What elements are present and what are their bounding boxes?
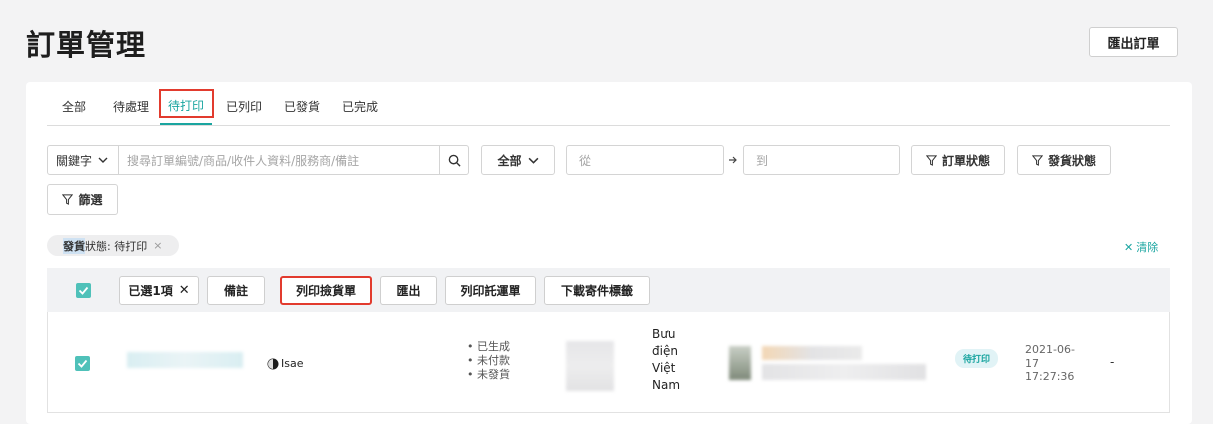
status-tabs: 全部 待處理 待打印 已列印 已發貨 已完成 [47, 88, 1170, 126]
date-to-placeholder: 到 [756, 153, 769, 168]
close-icon: ✕ [178, 283, 190, 298]
download-label-button[interactable]: 下載寄件標籤 [544, 276, 650, 305]
chevron-down-icon [528, 157, 538, 164]
export-orders-button[interactable]: 匯出訂單 [1089, 27, 1178, 57]
close-icon: ✕ [1124, 241, 1134, 254]
tab-printed[interactable]: 已列印 [223, 88, 265, 125]
range-select-value: 全部 [497, 153, 522, 168]
select-all-checkbox[interactable] [76, 283, 91, 298]
brand-name: Isae [281, 357, 304, 370]
shipping-status-label: 發貨狀態 [1047, 153, 1096, 168]
order-status-filter-button[interactable]: 訂單狀態 [911, 145, 1005, 175]
recipient-name-redacted [762, 346, 862, 360]
product-image-redacted [566, 341, 614, 391]
search-icon [448, 154, 461, 167]
clear-label: 清除 [1136, 241, 1159, 254]
status-item: • 未發貨 [467, 368, 510, 381]
tab-pending[interactable]: 待處理 [107, 88, 155, 125]
search-input[interactable]: 搜尋訂單編號/商品/收件人資料/服務商/備註 [119, 152, 439, 169]
status-item: • 未付款 [467, 354, 510, 367]
status-badge: 待打印 [955, 349, 998, 368]
range-select[interactable]: 全部 [481, 145, 555, 175]
chip-key-highlight: 發貨 [63, 237, 85, 254]
note-button[interactable]: 備註 [207, 276, 265, 305]
filter-icon [1031, 154, 1043, 166]
recipient-avatar-redacted [729, 346, 751, 380]
tab-highlight-box [159, 89, 214, 118]
export-button[interactable]: 匯出 [380, 276, 437, 305]
keyword-label: 關鍵字 [56, 153, 93, 168]
filter-icon [62, 194, 74, 205]
print-waybill-button[interactable]: 列印託運單 [445, 276, 536, 305]
search-button[interactable] [439, 146, 468, 174]
date-from-placeholder: 從 [579, 153, 592, 168]
carrier-cell: Bưu điện Việt Nam [652, 327, 681, 392]
selected-count-button[interactable]: 已選1項 ✕ [119, 276, 199, 305]
row-checkbox[interactable] [75, 356, 90, 371]
filter-label: 篩選 [78, 193, 103, 207]
brand-cell: Isae [267, 357, 303, 370]
status-item: • 已生成 [467, 340, 510, 353]
shipping-status-filter-button[interactable]: 發貨狀態 [1017, 145, 1111, 175]
order-date: 2021-06- 17 17:27:36 [1025, 343, 1075, 383]
chip-value: : 待打印 [107, 239, 148, 253]
print-picking-list-button[interactable]: 列印撿貨單 [280, 276, 372, 305]
filter-button[interactable]: 篩選 [47, 184, 118, 215]
order-status-label: 訂單狀態 [941, 153, 990, 168]
page-title: 訂單管理 [26, 28, 147, 62]
order-status-list: • 已生成 • 未付款 • 未發貨 [467, 340, 510, 382]
search-group: 關鍵字 搜尋訂單編號/商品/收件人資料/服務商/備註 [47, 145, 469, 175]
tab-shipped[interactable]: 已發貨 [280, 88, 324, 125]
order-number-redacted [127, 352, 243, 368]
tab-completed[interactable]: 已完成 [339, 88, 381, 125]
check-icon [77, 359, 88, 368]
date-from-input[interactable]: 從 [566, 145, 724, 175]
arrow-right-icon [729, 156, 737, 164]
chip-key-rest: 狀態 [85, 239, 107, 253]
filter-icon [925, 154, 937, 166]
tab-all[interactable]: 全部 [55, 88, 93, 125]
keyword-select[interactable]: 關鍵字 [48, 146, 119, 174]
selected-count-label: 已選1項 [128, 284, 173, 298]
chevron-down-icon [98, 157, 108, 163]
active-filter-chip: 發貨 狀態: 待打印 × [47, 235, 179, 256]
recipient-address-redacted [762, 364, 926, 380]
extra-cell: - [1110, 355, 1115, 369]
date-to-input[interactable]: 到 [743, 145, 900, 175]
check-icon [78, 286, 89, 295]
chip-close-icon[interactable]: × [153, 239, 162, 252]
clear-filters-link[interactable]: ✕ 清除 [1124, 239, 1158, 255]
brand-logo-icon [267, 358, 279, 369]
